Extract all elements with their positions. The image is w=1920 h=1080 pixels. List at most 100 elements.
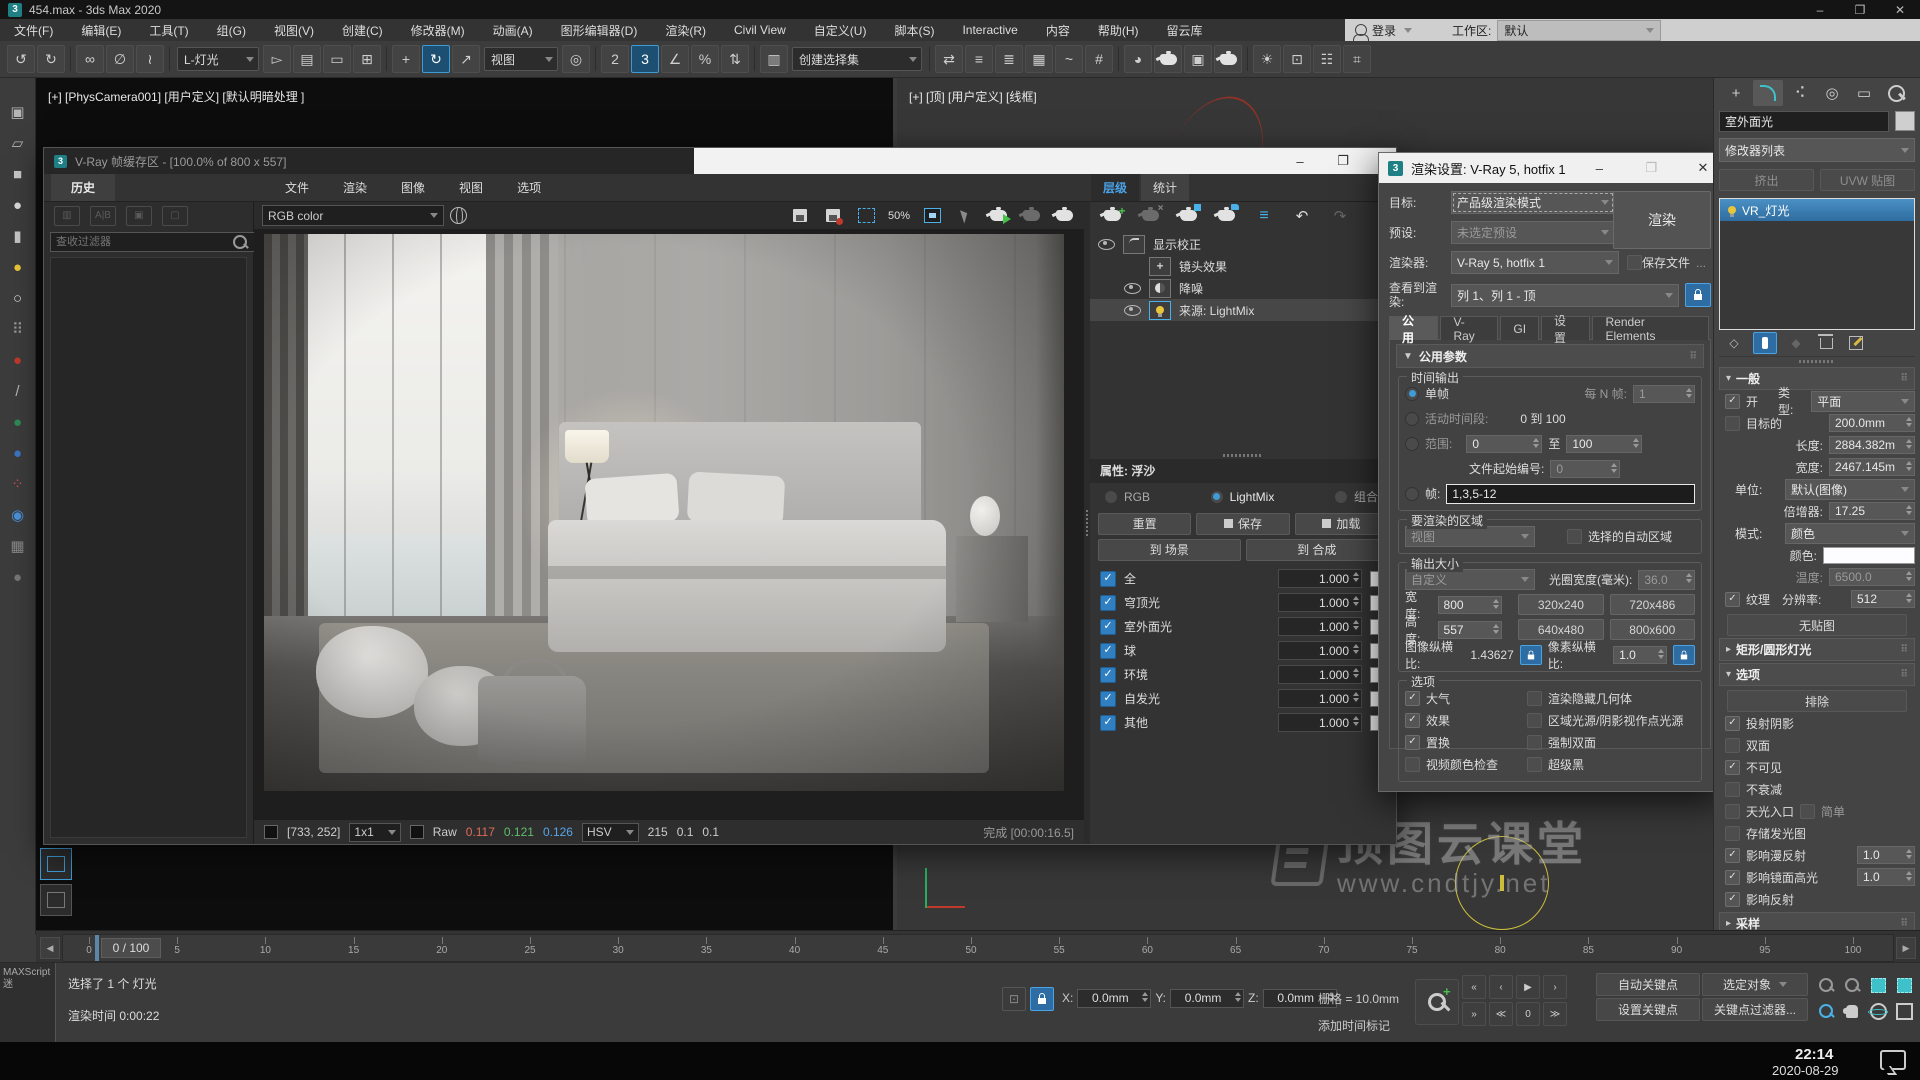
active-segment-radio[interactable] [1405,412,1419,426]
menu-item-渲染(R)[interactable]: 渲染(R) [651,19,720,41]
play-icon[interactable]: ▶ [1516,975,1540,999]
value-spinner[interactable]: 1.0 [1857,868,1915,886]
remove-modifier-icon[interactable] [1815,333,1837,353]
save-channels-icon[interactable] [821,206,845,226]
dialog-minimize-button[interactable]: – [1581,161,1617,176]
width-spinner[interactable]: 800 [1438,596,1503,614]
light-on-checkbox[interactable]: ✓ [1725,394,1740,409]
schematic-view-icon[interactable]: # [1085,45,1113,73]
renderer-select[interactable]: V-Ray 5, hotfix 1 [1451,251,1619,274]
selection-filter-select[interactable]: L-灯光 [177,47,259,71]
sun-icon[interactable]: ● [6,255,30,279]
box-icon[interactable]: ■ [6,162,30,186]
render-icon[interactable] [1052,206,1076,226]
light-checkbox[interactable]: ✓ [1100,595,1116,611]
dialog-tab-公用[interactable]: 公用 [1389,316,1438,340]
common-params-rollout[interactable]: ▼ 公用参数⠿ [1396,344,1704,368]
checkbox[interactable]: ✓ [1405,691,1420,706]
mirror-icon[interactable]: ⇄ [935,45,963,73]
menu-item-Civil View[interactable]: Civil View [720,19,800,41]
maxscript-mini-listener[interactable]: MAXScript 迷 [0,963,56,1043]
checkbox[interactable] [1725,804,1740,819]
pixel-size-select[interactable]: 1x1 [349,823,400,842]
checkbox[interactable]: ✓ [1725,870,1740,885]
close-button[interactable]: ✕ [1880,0,1920,19]
vfb-titlebar[interactable]: 3 V-Ray 帧缓存区 - [100.0% of 800 x 557] – ❐… [44,148,1396,174]
length-spinner[interactable]: 2884.382m [1829,436,1915,454]
no-map-button[interactable]: 无贴图 [1727,614,1907,636]
plane-icon[interactable]: ▱ [6,131,30,155]
checkbox[interactable]: ✓ [1725,848,1740,863]
viewport-layout-tab[interactable] [40,884,72,916]
named-selection-sets-select[interactable]: 创建选择集 [792,47,922,71]
light-color-swatch[interactable] [1823,547,1915,564]
render-setup-icon[interactable] [1154,45,1182,73]
add-time-tag[interactable]: 添加时间标记 [1318,1017,1390,1034]
vfb-maximize-button[interactable]: ❐ [1326,148,1360,174]
droplet-icon[interactable]: ● [6,348,30,372]
time-slider-handle[interactable] [95,935,99,961]
light-checkbox[interactable]: ✓ [1100,571,1116,587]
rotate-icon[interactable]: ↻ [422,45,450,73]
preset-select[interactable]: 未选定预设 [1451,221,1615,244]
orbit-icon[interactable] [1866,999,1890,1023]
login-button[interactable]: 登录 [1372,22,1396,39]
zoom-all-icon[interactable] [1840,973,1864,997]
link-icon[interactable]: ∞ [76,45,104,73]
range-to-spinner[interactable]: 100 [1566,435,1642,453]
history-list[interactable] [50,257,247,838]
lightmix-row-室外面光[interactable]: ✓室外面光1.000 [1090,615,1396,639]
y-coord-field[interactable]: 0.0mm [1170,989,1244,1008]
checkbox[interactable] [1527,735,1542,750]
vfb-stats-tab[interactable]: 统计 [1141,174,1189,201]
maximize-viewport-icon[interactable] [1892,999,1916,1023]
percent-snap-icon[interactable]: % [691,45,719,73]
menu-item-组(G)[interactable]: 组(G) [203,19,260,41]
every-n-spinner[interactable]: 1 [1633,385,1695,403]
range-from-spinner[interactable]: 0 [1466,435,1542,453]
show-end-result-icon[interactable] [1753,332,1777,354]
to-composite-button[interactable]: 到 合成 [1246,539,1389,561]
vfb-minimize-button[interactable]: – [1283,148,1317,174]
texture-checkbox[interactable]: ✓ [1725,592,1740,607]
units-select[interactable]: 默认(图像) [1785,479,1915,500]
create-tab[interactable]: + [1721,80,1751,106]
uvw-map-button[interactable]: UVW 贴图 [1820,169,1915,191]
source-radio-LightMix[interactable]: LightMix [1210,490,1275,504]
value-spinner[interactable]: 1.0 [1857,846,1915,864]
layer-list-icon[interactable]: ≡ [1252,206,1276,226]
timeline-left-arrow[interactable]: ◀ [40,937,60,959]
area-mode-select[interactable]: 视图 [1405,526,1535,547]
light-multiplier-field[interactable]: 1.000 [1278,617,1362,636]
go-start-icon[interactable]: « [1462,975,1486,999]
light-checkbox[interactable]: ✓ [1100,691,1116,707]
rendered-frame-icon[interactable]: ▣ [1184,45,1212,73]
light-type-select[interactable]: 平面 [1811,391,1915,412]
visibility-eye-icon[interactable] [1098,239,1115,250]
auto-region-checkbox[interactable] [1567,529,1582,544]
unlink-icon[interactable]: ∅ [106,45,134,73]
width-spinner-light[interactable]: 2467.145m [1829,458,1915,476]
resolution-spinner[interactable]: 512 [1851,590,1915,608]
light-checkbox[interactable]: ✓ [1100,619,1116,635]
lightmix-row-其他[interactable]: ✓其他1.000 [1090,711,1396,735]
viewport-config-icon[interactable]: ⌗ [1343,45,1371,73]
utilities-tab[interactable] [1881,80,1911,106]
vfb-layers-tab[interactable]: 层级 [1091,174,1139,201]
axe-icon[interactable]: / [6,379,30,403]
layer-row-镜头效果[interactable]: +镜头效果 [1090,255,1396,277]
orb-icon[interactable]: ◉ [6,503,30,527]
chat-bubble-icon[interactable] [1880,1050,1906,1070]
redo-icon[interactable]: ↻ [37,45,65,73]
menu-item-自定义(U)[interactable]: 自定义(U) [800,19,881,41]
menu-item-留云库[interactable]: 留云库 [1153,19,1217,41]
checkbox[interactable]: ✓ [1725,760,1740,775]
history-set-b-icon[interactable]: ▢ [162,206,188,226]
preset-720x486-button[interactable]: 720x486 [1610,594,1695,615]
render-region-icon[interactable] [1019,206,1043,226]
dialog-tab-Render Elements[interactable]: Render Elements [1592,316,1709,340]
checkbox[interactable]: ✓ [1405,713,1420,728]
vfb-canvas[interactable] [254,229,1084,819]
follow-mouse-icon[interactable] [920,206,944,226]
pixel-aspect-lock-button[interactable] [1673,645,1695,665]
